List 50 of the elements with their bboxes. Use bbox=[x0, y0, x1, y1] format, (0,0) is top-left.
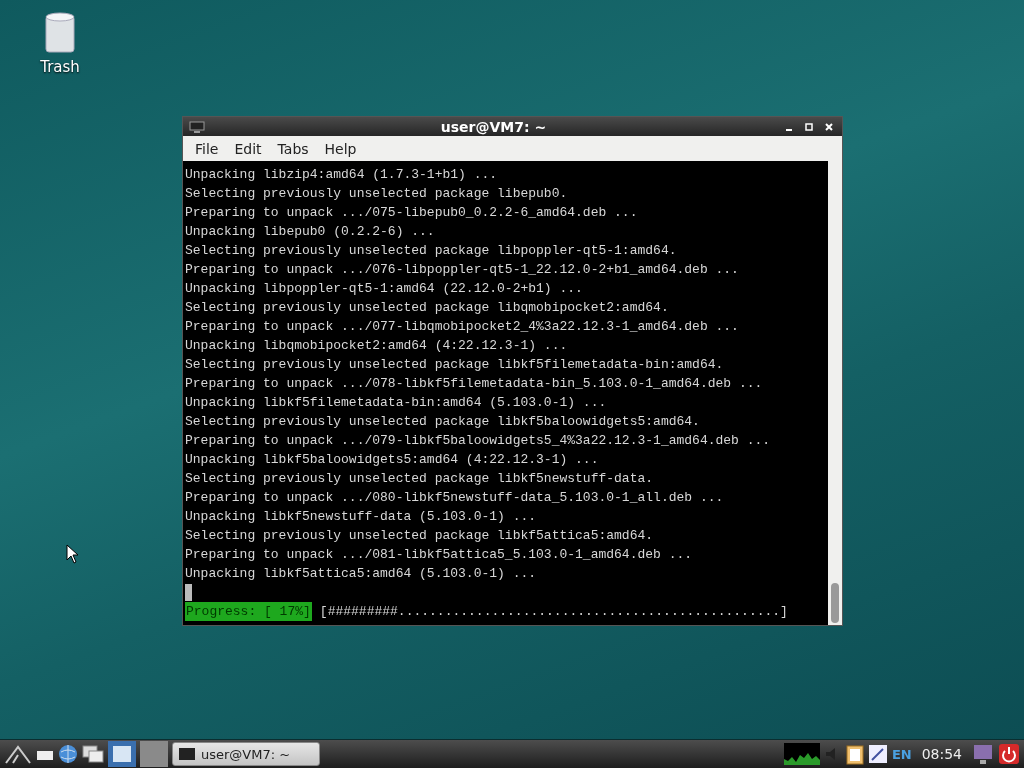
terminal-line: Preparing to unpack .../080-libkf5newstuff-data_5.103.0-1_all.deb ... bbox=[185, 489, 725, 507]
mouse-pointer-icon bbox=[66, 544, 78, 564]
terminal-line: Unpacking libepub0 (0.2.2-6) ... bbox=[185, 223, 436, 241]
terminal-line: Unpacking libpoppler-qt5-1:amd64 (22.12.0-2+b1) ... bbox=[185, 280, 584, 298]
terminal-line: Preparing to unpack .../079-libkf5baloowidgets5_4%3a22.12.3-1_amd64.deb ... bbox=[185, 432, 772, 450]
terminal-line: Unpacking libzip4:amd64 (1.7.3-1+b1) ... bbox=[185, 166, 499, 184]
terminal-line: Unpacking libqmobipocket2:amd64 (4:22.12.3-1) ... bbox=[185, 337, 569, 355]
terminal-line: Unpacking libkf5newstuff-data (5.103.0-1) ... bbox=[185, 508, 538, 526]
terminal-icon bbox=[189, 120, 205, 133]
terminal-line: Unpacking libkf5attica5:amd64 (5.103.0-1) ... bbox=[185, 565, 538, 583]
menu-launcher-icon[interactable] bbox=[4, 744, 32, 764]
close-icon[interactable] bbox=[825, 122, 833, 131]
progress-bar-text: [#########.................................................] bbox=[319, 603, 788, 621]
terminal-line: Selecting previously unselected package libkf5newstuff-data. bbox=[185, 470, 655, 488]
keyboard-layout-indicator[interactable]: EN bbox=[891, 746, 912, 762]
terminal-line: Preparing to unpack .../078-libkf5filemetadata-bin_5.103.0-1_amd64.deb ... bbox=[185, 375, 764, 393]
terminal-line: Selecting previously unselected package libkf5filemetadata-bin:amd64. bbox=[185, 356, 725, 374]
cpu-graph-icon bbox=[783, 743, 820, 765]
terminal-line: Unpacking libkf5filemetadata-bin:amd64 (5.103.0-1) ... bbox=[185, 394, 608, 412]
terminal-line: Selecting previously unselected package libqmobipocket2:amd64. bbox=[185, 299, 670, 317]
text-cursor bbox=[185, 584, 192, 601]
menu-item[interactable]: Help bbox=[316, 138, 365, 159]
menu-item[interactable]: Edit bbox=[226, 138, 270, 159]
clipboard-icon[interactable] bbox=[845, 743, 864, 765]
trash-can-icon[interactable] bbox=[45, 12, 75, 54]
clock[interactable]: 08:54 bbox=[915, 746, 968, 762]
terminal-line: Selecting previously unselected package libepub0. bbox=[185, 185, 569, 203]
desktop-icon-label[interactable]: Trash bbox=[40, 58, 80, 76]
terminal-line: Selecting previously unselected package libkf5baloowidgets5:amd64. bbox=[185, 413, 701, 431]
window-title: user@VM7: ~ bbox=[439, 118, 548, 135]
terminal-line: Preparing to unpack .../081-libkf5attica5_5.103.0-1_amd64.deb ... bbox=[185, 546, 694, 564]
windows-icon[interactable] bbox=[82, 745, 104, 763]
terminal-line: Preparing to unpack .../076-libpoppler-qt5-1_22.12.0-2+b1_amd64.deb ... bbox=[185, 261, 740, 279]
power-icon[interactable] bbox=[998, 743, 1020, 765]
terminal-line: Unpacking libkf5baloowidgets5:amd64 (4:22.12.3-1) ... bbox=[185, 451, 600, 469]
lock-screen-icon[interactable] bbox=[972, 743, 994, 765]
terminal-line: Preparing to unpack .../077-libqmobipocket2_4%3a22.12.3-1_amd64.deb ... bbox=[185, 318, 740, 336]
progress-label: Progress: [ 17%] bbox=[185, 602, 312, 621]
menu-item[interactable]: Tabs bbox=[269, 138, 317, 159]
terminal-line: Selecting previously unselected package libpoppler-qt5-1:amd64. bbox=[185, 242, 678, 260]
terminal-icon bbox=[179, 748, 195, 760]
terminal-line: Selecting previously unselected package libkf5attica5:amd64. bbox=[185, 527, 655, 545]
scrollbar-thumb[interactable] bbox=[831, 583, 839, 623]
menu-item[interactable]: File bbox=[187, 138, 227, 159]
taskbar-task[interactable]: user@VM7: ~ bbox=[172, 742, 320, 766]
globe-icon[interactable] bbox=[58, 744, 78, 764]
terminal-line: Preparing to unpack .../075-libepub0_0.2.2-6_amd64.deb ... bbox=[185, 204, 639, 222]
maximize-icon[interactable] bbox=[805, 122, 813, 131]
network-icon[interactable] bbox=[867, 744, 888, 764]
scrollbar[interactable] bbox=[828, 161, 842, 625]
